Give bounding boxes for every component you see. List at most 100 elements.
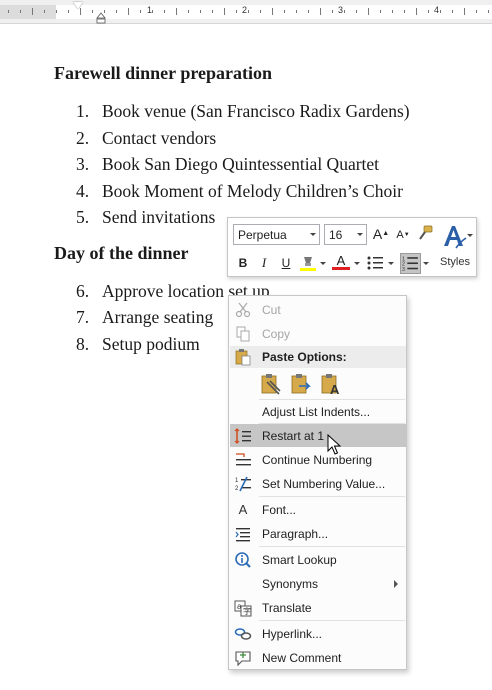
paste-options-label: Paste Options: <box>262 350 347 364</box>
ruler-tick <box>272 8 273 15</box>
first-line-indent-marker[interactable] <box>73 2 83 9</box>
ruler-tick <box>260 10 261 13</box>
ruler-tick <box>32 8 33 15</box>
paste-merge-formatting-icon[interactable] <box>289 372 313 396</box>
menu-item-copy[interactable]: Copy <box>230 322 406 345</box>
svg-text:A: A <box>330 382 340 396</box>
shrink-font-label: A <box>396 229 404 241</box>
grow-font-button[interactable]: A▲ <box>372 225 390 243</box>
highlight-icon[interactable] <box>299 254 317 272</box>
menu-item-label: New Comment <box>262 651 342 665</box>
restart-numbering-icon <box>234 428 251 444</box>
ruler-tick <box>404 10 405 13</box>
ruler-number: 3 <box>338 5 344 15</box>
numbering-icon[interactable]: 1 2 3 <box>400 253 421 274</box>
chevron-down-icon <box>320 262 326 265</box>
menu-item-label: Font... <box>262 503 297 517</box>
menu-item-label: Restart at 1 <box>262 429 325 443</box>
list-item: 2. Contact vendors <box>76 128 216 148</box>
svg-text:字: 字 <box>243 606 251 616</box>
menu-item-paragraph[interactable]: Paragraph... <box>230 522 406 545</box>
list-item: 4. Book Moment of Melody Children’s Choir <box>76 181 403 201</box>
menu-item-translate[interactable]: a 字 Translate <box>230 596 406 619</box>
smart-lookup-icon <box>235 552 251 568</box>
menu-item-new-comment[interactable]: New Comment <box>230 646 406 669</box>
menu-item-label: Translate <box>262 601 312 615</box>
styles-icon[interactable] <box>440 222 468 252</box>
underline-button[interactable]: U <box>277 254 295 272</box>
menu-item-continue-numbering[interactable]: Continue Numbering <box>230 448 406 471</box>
menu-item-cut[interactable]: Cut <box>230 298 406 321</box>
grow-font-label: A <box>372 226 383 242</box>
ruler-tick <box>68 10 69 13</box>
chevron-down-icon <box>357 233 363 236</box>
menu-item-label: Hyperlink... <box>262 627 323 641</box>
list-text: Arrange seating <box>102 307 214 327</box>
menu-item-smart-lookup[interactable]: Smart Lookup <box>230 548 406 571</box>
font-icon: A <box>238 502 248 517</box>
bullets-icon[interactable] <box>366 254 384 272</box>
styles-label: Styles <box>440 256 470 268</box>
menu-item-adjust-list-indents[interactable]: Adjust List Indents... <box>230 400 406 423</box>
ruler-number: 2 <box>242 5 248 15</box>
ruler-number: 4 <box>434 5 440 15</box>
menu-item-label: Adjust List Indents... <box>262 405 371 419</box>
chevron-down-icon <box>388 262 394 265</box>
ruler-tick <box>212 10 213 13</box>
copy-icon <box>236 326 250 342</box>
list-text: Book Moment of Melody Children’s Choir <box>102 181 403 201</box>
font-color-button[interactable]: A <box>332 252 350 270</box>
menu-item-label: Synonyms <box>262 577 319 591</box>
chevron-down-icon <box>467 234 473 237</box>
chevron-down-icon <box>310 233 316 236</box>
paragraph-icon <box>235 528 250 542</box>
ruler-tick <box>464 8 465 15</box>
ruler-tick <box>200 10 201 13</box>
ruler-tick <box>380 10 381 13</box>
chevron-down-icon <box>354 262 360 265</box>
font-name-select[interactable]: Perpetua <box>233 224 320 245</box>
mini-toolbar: Perpetua 16 A▲ A▼ B I U A 1 2 3 Styles <box>227 217 477 277</box>
ruler-tick <box>248 10 249 13</box>
list-text: Send invitations <box>102 207 216 227</box>
heading-day-of-dinner: Day of the dinner <box>54 243 189 263</box>
font-size-select[interactable]: 16 <box>324 224 367 245</box>
menu-item-set-numbering-value[interactable]: 1 2 Set Numbering Value... <box>230 472 406 495</box>
ruler-tick <box>296 10 297 13</box>
ruler-tick <box>368 8 369 15</box>
horizontal-ruler[interactable]: 1 2 3 4 <box>0 0 492 24</box>
list-item: 8. Setup podium <box>76 334 200 354</box>
paste-keep-text-only-icon[interactable]: A <box>319 372 343 396</box>
ruler-tick <box>284 10 285 13</box>
ruler-tick <box>344 10 345 13</box>
list-number: 4. <box>76 181 90 201</box>
ruler-tick <box>236 10 237 13</box>
ruler-tick <box>320 8 321 15</box>
ruler-tick <box>80 8 81 15</box>
menu-item-font[interactable]: A Font... <box>230 498 406 521</box>
ruler-tick <box>164 10 165 13</box>
menu-item-restart-at-1[interactable]: Restart at 1 <box>230 424 406 447</box>
ruler-tick <box>488 10 489 13</box>
format-painter-icon[interactable] <box>416 224 434 242</box>
bold-button[interactable]: B <box>234 254 252 272</box>
list-number: 7. <box>76 307 90 327</box>
ruler-tick <box>308 10 309 13</box>
ruler-tick <box>392 10 393 13</box>
menu-item-synonyms[interactable]: Synonyms <box>230 572 406 595</box>
list-text: Setup podium <box>102 334 200 354</box>
list-item: 3. Book San Diego Quintessential Quartet <box>76 154 379 174</box>
continue-numbering-icon <box>236 453 251 466</box>
menu-item-hyperlink[interactable]: Hyperlink... <box>230 622 406 645</box>
list-number: 8. <box>76 334 90 354</box>
paste-keep-source-formatting-icon[interactable] <box>259 372 283 396</box>
menu-item-label: Smart Lookup <box>262 553 337 567</box>
shrink-font-button[interactable]: A▼ <box>394 226 412 244</box>
font-name-value: Perpetua <box>238 228 287 242</box>
list-number: 2. <box>76 128 90 148</box>
ruler-tick <box>44 10 45 13</box>
ruler-tick <box>440 10 441 13</box>
italic-button[interactable]: I <box>255 254 273 272</box>
paste-icon <box>235 349 251 366</box>
hanging-indent-marker[interactable] <box>96 12 106 24</box>
